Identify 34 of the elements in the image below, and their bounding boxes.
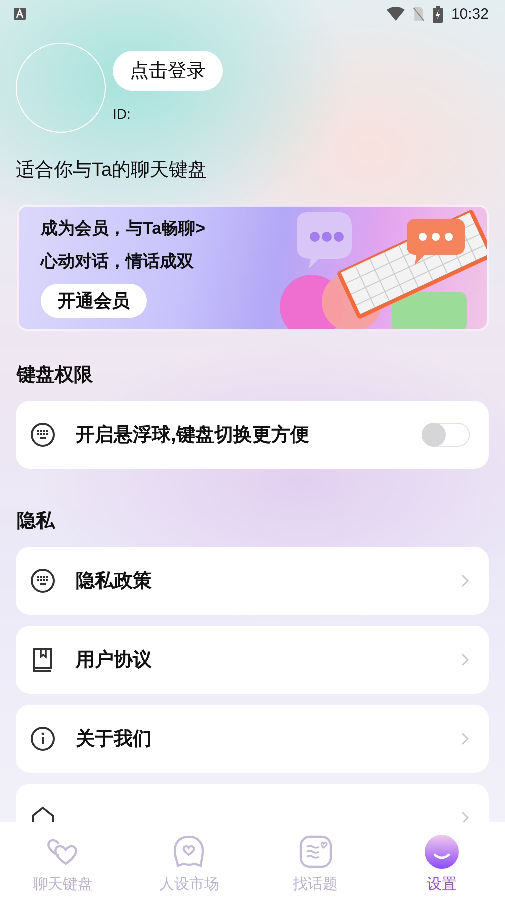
open-membership-button[interactable]: 开通会员: [41, 284, 147, 318]
keyboard-icon: [30, 422, 56, 448]
user-id-label: ID:: [113, 106, 131, 122]
row-label: 开启悬浮球,键盘切换更方便: [76, 424, 310, 448]
section-title: 键盘权限: [17, 364, 94, 388]
menu-row[interactable]: 关于我们: [16, 705, 489, 773]
wifi-icon: [387, 7, 406, 21]
menu-row[interactable]: 隐私政策: [16, 547, 489, 615]
setting-row[interactable]: 开启悬浮球,键盘切换更方便: [16, 401, 489, 469]
section-title: 隐私: [17, 510, 56, 534]
row-label: 隐私政策: [76, 570, 153, 594]
login-button[interactable]: 点击登录: [113, 51, 223, 91]
no-sim-icon: [413, 6, 426, 22]
banner-headline: 成为会员，与Ta畅聊>: [41, 218, 206, 240]
membership-banner[interactable]: 成为会员，与Ta畅聊> 心动对话，情话成双 开通会员: [17, 205, 489, 331]
menu-row[interactable]: 用户协议: [16, 626, 489, 694]
chevron-right-icon: [461, 732, 470, 746]
smile-circle-icon: [424, 834, 460, 870]
chevron-right-icon: [461, 574, 470, 588]
toggle-switch[interactable]: [422, 423, 470, 447]
battery-charging-icon: [433, 6, 444, 22]
tagline-text: 适合你与Ta的聊天键盘: [16, 159, 208, 183]
chevron-right-icon: [461, 811, 470, 822]
status-time: 10:32: [451, 6, 489, 22]
wave-card-icon: [298, 834, 334, 870]
notification-icon: [14, 8, 26, 20]
keyboard-icon: [30, 568, 56, 594]
banner-subline: 心动对话，情话成双: [41, 251, 194, 273]
chevron-right-icon: [461, 653, 470, 667]
avatar-circle[interactable]: [16, 43, 106, 133]
tab-item[interactable]: 设置: [378, 822, 505, 899]
info-icon: [30, 726, 56, 752]
row-label: 用户协议: [76, 648, 153, 673]
row-label: 关于我们: [76, 728, 153, 752]
